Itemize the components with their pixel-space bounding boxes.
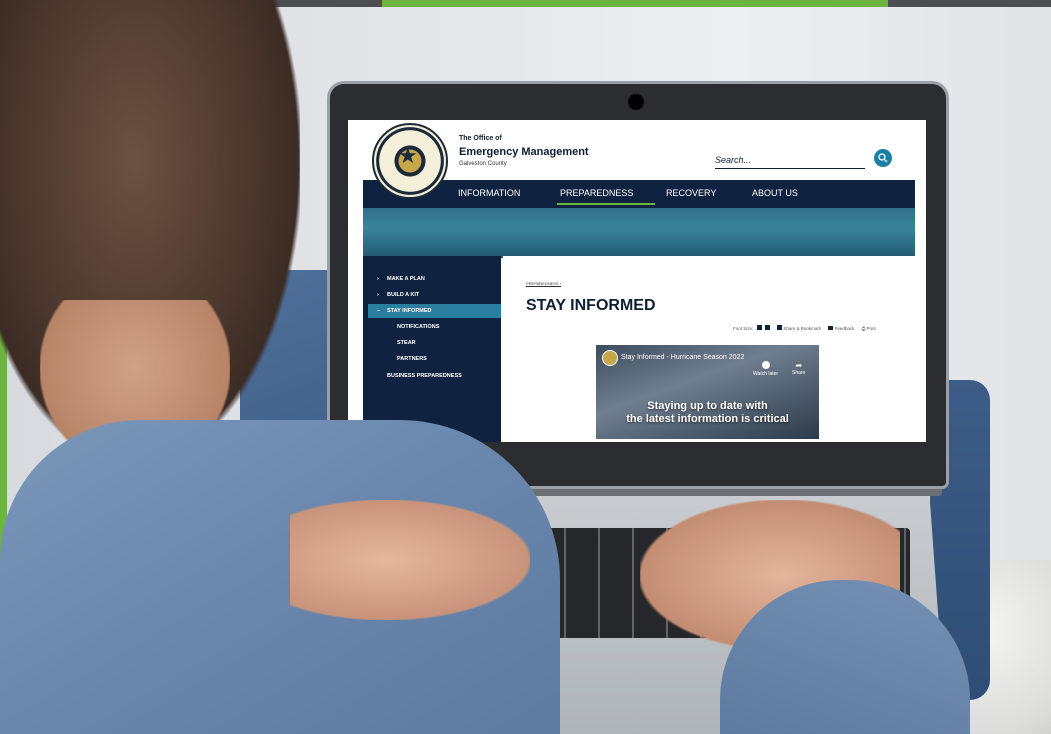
breadcrumb[interactable]: PREPAREDNESS › xyxy=(526,281,561,286)
nav-item-information[interactable]: INFORMATION xyxy=(458,188,520,198)
top-accent-bar-grey-right xyxy=(888,0,1051,7)
video-title[interactable]: Stay Informed - Hurricane Season 2022 xyxy=(621,354,744,361)
feedback-icon xyxy=(828,326,834,330)
font-size-label: Font Size: xyxy=(733,326,754,331)
main-nav: INFORMATION PREPAREDNESS RECOVERY ABOUT … xyxy=(363,180,915,208)
clock-icon xyxy=(761,361,770,369)
photo-scene: ★ The Office of Emergency Management Gal… xyxy=(0,0,1051,734)
sidebar-item-stay-informed[interactable]: STAY INFORMED xyxy=(387,308,432,314)
top-accent-bar-green xyxy=(382,0,888,7)
sidebar: › MAKE A PLAN › BUILD A KIT – STAY INFOR… xyxy=(363,256,501,442)
county-name: Galveston County xyxy=(459,161,507,167)
sidebar-item-partners[interactable]: PARTNERS xyxy=(397,356,427,362)
nav-item-about-us[interactable]: ABOUT US xyxy=(752,188,798,198)
search-button[interactable] xyxy=(874,149,892,167)
nav-item-preparedness[interactable]: PREPAREDNESS xyxy=(560,188,633,198)
channel-logo-icon[interactable] xyxy=(602,350,618,366)
office-of-label: The Office of xyxy=(459,135,502,142)
video-share-label: Share xyxy=(792,370,806,376)
feedback-link[interactable]: Feedback xyxy=(835,326,855,331)
left-hand xyxy=(290,500,530,620)
video-caption-line-2: the latest information is critical xyxy=(626,413,789,425)
video-share-button[interactable]: ➦ Share xyxy=(792,361,805,376)
video-player[interactable]: Stay Informed - Hurricane Season 2022 Wa… xyxy=(596,345,819,439)
font-increase-icon[interactable] xyxy=(756,325,762,330)
sidebar-item-stear[interactable]: STEAR xyxy=(397,340,416,346)
hero-banner xyxy=(363,208,915,258)
nav-active-indicator xyxy=(557,203,655,205)
watch-later-label: Watch later xyxy=(753,371,779,377)
share-bookmark-link[interactable]: Share & Bookmark xyxy=(783,326,821,331)
sidebar-marker-icon: › xyxy=(377,276,379,282)
sidebar-item-make-a-plan[interactable]: MAKE A PLAN xyxy=(387,276,425,282)
county-seal-logo[interactable]: ★ xyxy=(372,123,448,199)
font-decrease-icon[interactable] xyxy=(764,325,770,330)
webcam-icon xyxy=(628,94,644,110)
share-arrow-icon: ➦ xyxy=(795,361,803,370)
laptop-screen: ★ The Office of Emergency Management Gal… xyxy=(348,120,926,442)
sidebar-item-notifications[interactable]: NOTIFICATIONS xyxy=(397,324,439,330)
sidebar-marker-icon: – xyxy=(377,308,381,314)
org-name: Emergency Management xyxy=(459,146,589,158)
sidebar-item-business-preparedness[interactable]: BUSINESS PREPAREDNESS xyxy=(387,373,462,379)
search-icon xyxy=(878,153,888,163)
star-icon: ★ xyxy=(398,143,418,168)
sidebar-marker-icon: › xyxy=(377,292,379,298)
video-caption-line-1: Staying up to date with xyxy=(647,400,768,412)
search-input[interactable] xyxy=(715,152,865,169)
video-caption: Staying up to date with the latest infor… xyxy=(596,400,819,426)
watch-later-button[interactable]: Watch later xyxy=(753,361,778,377)
main-content: PREPAREDNESS › STAY INFORMED Font Size: … xyxy=(503,256,918,442)
sidebar-item-build-a-kit[interactable]: BUILD A KIT xyxy=(387,292,419,298)
page-title: STAY INFORMED xyxy=(526,297,656,314)
nav-item-recovery[interactable]: RECOVERY xyxy=(666,188,716,198)
page-tools: Font Size: Share & Bookmark Feedback ⎙ P… xyxy=(733,325,876,331)
print-link[interactable]: Print xyxy=(867,326,876,331)
share-icon xyxy=(777,325,783,330)
print-icon: ⎙ xyxy=(861,326,866,331)
